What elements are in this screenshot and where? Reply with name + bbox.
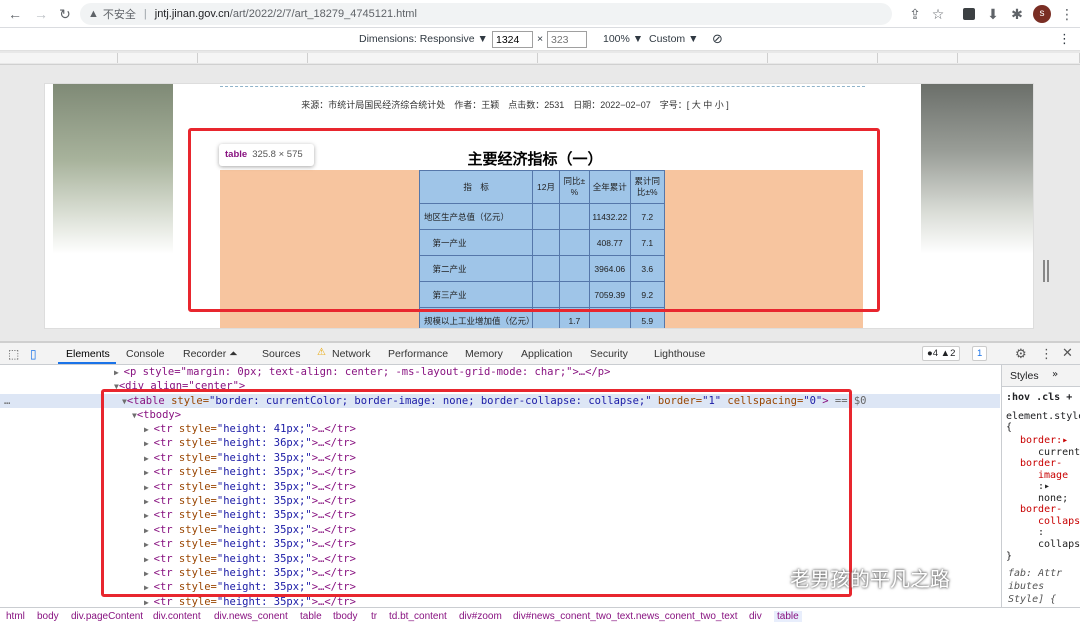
node-ellipsis-icon[interactable]: … — [4, 394, 10, 408]
style-property-line: border:▸ — [1020, 435, 1069, 446]
right-scenery-image — [921, 84, 1033, 254]
download-icon[interactable]: ⬇ — [982, 3, 1004, 25]
warning-icon: ⚠ — [317, 347, 326, 358]
zoom-dropdown[interactable]: 100% ▼ — [603, 33, 643, 45]
media-query-ruler[interactable] — [0, 51, 1080, 65]
puzzle-icon[interactable]: ✱ — [1006, 3, 1028, 25]
bookmark-star-icon[interactable]: ☆ — [927, 3, 949, 25]
breadcrumb-item[interactable]: div.content — [153, 611, 201, 622]
breadcrumb-item[interactable]: tbody — [333, 611, 357, 622]
style-property-line: :▸ — [1038, 481, 1051, 492]
device-toggle-icon[interactable]: ▯ — [30, 347, 37, 361]
style-property-line: border- — [1020, 458, 1063, 469]
breadcrumb-item[interactable]: tr — [371, 611, 377, 622]
breadcrumb-item[interactable]: div.pageContent — [71, 611, 143, 622]
style-property-line: none; — [1038, 492, 1069, 504]
settings-gear-icon[interactable]: ⚙ — [1015, 346, 1027, 362]
style-property-line: image — [1038, 469, 1069, 481]
styles-pane: Styles » :hov .cls + element.style { bor… — [1001, 365, 1080, 607]
style-property-line: currentC — [1038, 446, 1080, 458]
style-property-line: : — [1038, 527, 1045, 538]
profile-avatar[interactable]: s — [1033, 5, 1051, 23]
forward-icon[interactable]: → — [30, 3, 52, 25]
device-toolbar: Dimensions: Responsive ▼ × 100% ▼ Custom… — [0, 28, 1080, 51]
styles-tab[interactable]: Styles — [1010, 370, 1039, 382]
insecure-label: 不安全 — [102, 9, 136, 21]
url-field[interactable]: ▲ 不安全 | jntj.jinan.gov.cn/art/2022/2/7/a… — [80, 3, 892, 25]
breadcrumb-item[interactable]: table — [300, 611, 322, 622]
left-scenery-image — [53, 84, 173, 254]
breadcrumb-item[interactable]: div#zoom — [459, 611, 502, 622]
style-property-line: border- — [1020, 504, 1063, 515]
url-host: jntj.jinan.gov.cn — [154, 8, 230, 20]
times-sign: × — [537, 33, 544, 45]
dom-breadcrumbs: html body div.pageContent div.content div.ne… — [0, 607, 1080, 625]
kebab-menu-icon[interactable]: ⋮ — [1056, 3, 1078, 25]
style-property-line: collapse — [1038, 515, 1080, 527]
warning-icon: ▲ — [88, 8, 99, 20]
tab-sources[interactable]: Sources — [262, 348, 301, 360]
breadcrumb-item[interactable]: body — [37, 611, 59, 622]
devtools-tabbar: ⬚ ▯ Elements Console Recorder ⏶ Sources … — [0, 343, 1080, 365]
back-icon[interactable]: ← — [4, 3, 26, 25]
tab-security[interactable]: Security — [590, 348, 628, 360]
breadcrumb-item[interactable]: td.bt_content — [389, 611, 447, 622]
hov-cls-toolbar[interactable]: :hov .cls + — [1006, 392, 1072, 403]
article-meta: 来源：市统计局国民经济综合统计处 作者：王颖 点击数：2531 日期：2022−… — [301, 100, 729, 110]
style-property-line: collapse — [1038, 538, 1080, 550]
device-menu-icon[interactable]: ⋮ — [1058, 31, 1071, 47]
viewport-resize-handle[interactable] — [1043, 260, 1049, 282]
dom-node-p[interactable]: ▶ <p style="margin: 0px; text-align: cen… — [114, 365, 610, 379]
tab-memory[interactable]: Memory — [465, 348, 503, 360]
tab-console[interactable]: Console — [126, 348, 165, 360]
tab-network[interactable]: Network — [332, 348, 371, 360]
reload-icon[interactable]: ↻ — [54, 3, 76, 25]
watermark: 老男孩的平凡之路 — [790, 569, 950, 591]
throttle-dropdown[interactable]: Custom ▼ — [649, 33, 699, 45]
devtools-menu-icon[interactable]: ⋮ — [1040, 346, 1053, 362]
highlight-box-table — [188, 128, 880, 312]
inspect-element-icon[interactable]: ⬚ — [8, 347, 19, 361]
breadcrumb-item[interactable]: div.news_conent — [214, 611, 288, 622]
tab-application[interactable]: Application — [521, 348, 572, 360]
tab-elements[interactable]: Elements — [66, 348, 110, 360]
viewport-height-input[interactable] — [547, 31, 587, 48]
messages-counter[interactable]: 1 — [972, 346, 988, 361]
issues-counter[interactable]: ●4 ▲2 — [922, 346, 961, 361]
tab-lighthouse[interactable]: Lighthouse — [654, 348, 705, 360]
element-style-rule: element.style { — [1006, 411, 1080, 433]
more-tabs-icon[interactable]: » — [1052, 369, 1058, 380]
breadcrumb-item[interactable]: div — [749, 611, 762, 622]
tab-performance[interactable]: Performance — [388, 348, 448, 360]
extension-icon[interactable] — [958, 3, 980, 25]
close-icon[interactable]: ✕ — [1062, 345, 1073, 361]
viewport-width-input[interactable] — [492, 31, 533, 48]
share-icon[interactable]: ⇪ — [904, 3, 926, 25]
breadcrumb-item[interactable]: div#news_conent_two_text.news_conent_two… — [513, 611, 738, 622]
tab-recorder[interactable]: Recorder ⏶ — [183, 348, 238, 361]
breadcrumb-item[interactable]: table — [774, 611, 802, 622]
address-bar: ← → ↻ ▲ 不安全 | jntj.jinan.gov.cn/art/2022… — [0, 0, 1080, 28]
highlight-box-dom — [101, 389, 852, 597]
url-path: /art/2022/2/7/art_18279_4745121.html — [229, 8, 417, 20]
rotate-icon[interactable]: ⊘ — [712, 31, 723, 47]
breadcrumb-item[interactable]: html — [6, 611, 25, 622]
dimensions-dropdown[interactable]: Dimensions: Responsive ▼ — [359, 33, 488, 45]
